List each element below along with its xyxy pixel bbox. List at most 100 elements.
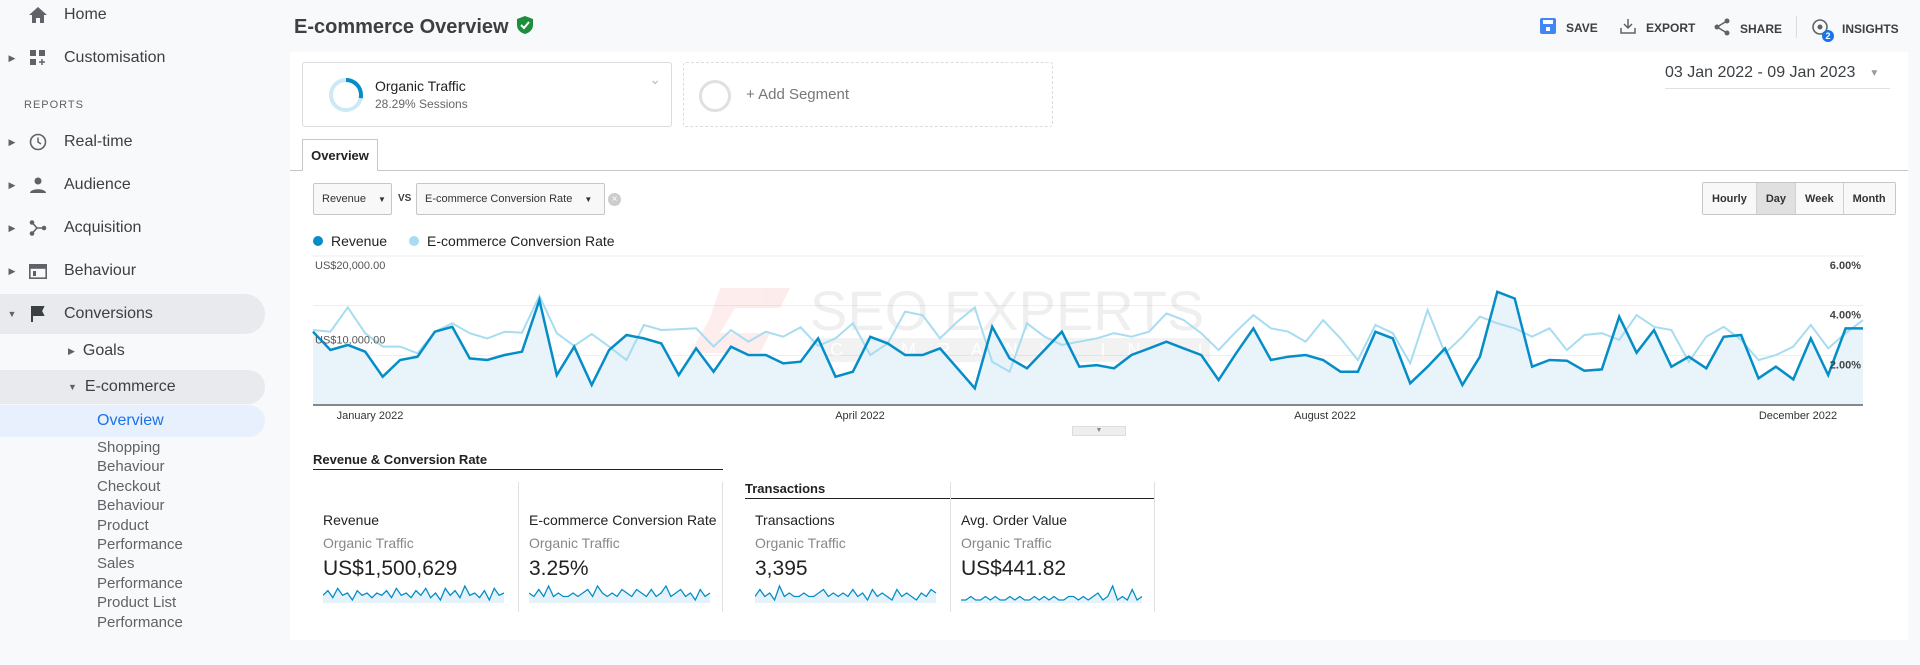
scorecard-value: US$1,500,629 — [323, 557, 458, 580]
sidebar-item-product-performance[interactable]: Product — [97, 516, 183, 535]
verified-shield-icon — [516, 16, 533, 39]
date-range-picker[interactable]: 03 Jan 2022 - 09 Jan 2023 ▼ — [1665, 64, 1890, 89]
sidebar-item-realtime[interactable]: ▶ Real-time — [0, 122, 265, 162]
x-axis-tick: December 2022 — [1759, 410, 1837, 422]
scorecard-revenue[interactable]: Revenue Organic Traffic US$1,500,629 — [313, 482, 518, 612]
segment-organic-traffic[interactable]: Organic Traffic 28.29% Sessions ⌄ — [302, 62, 672, 127]
right-axis-tick: 2.00% — [1830, 359, 1861, 371]
scorecard-value: 3,395 — [755, 557, 808, 580]
share-icon — [1714, 18, 1730, 39]
sidebar-item-behaviour[interactable]: ▶ Behaviour — [0, 251, 265, 291]
segment-sessions: 28.29% Sessions — [375, 97, 468, 111]
caret-right-icon: ▶ — [8, 265, 16, 276]
sidebar-item-product-performance[interactable]: Performance — [97, 535, 183, 554]
collapse-chart-handle[interactable]: ▼ — [1072, 426, 1126, 436]
caret-down-icon: ▼ — [68, 382, 77, 392]
add-segment-label: + Add Segment — [746, 86, 849, 103]
left-axis-tick: US$10,000.00 — [315, 335, 385, 347]
legend-revenue-dot — [313, 236, 323, 246]
sidebar-item-conversions[interactable]: ▼ Conversions — [0, 294, 265, 334]
caret-right-icon: ▶ — [8, 136, 16, 147]
sidebar-item-sales-performance[interactable]: Sales — [97, 554, 183, 573]
sidebar-item-sales-performance[interactable]: Performance — [97, 574, 183, 593]
segment-name: Organic Traffic — [375, 78, 466, 94]
sidebar-item-goals[interactable]: ▶ Goals — [68, 342, 125, 360]
tab-overview[interactable]: Overview — [302, 139, 378, 171]
sidebar-item-ecommerce[interactable]: ▼ E-commerce — [0, 370, 265, 404]
x-axis-tick: April 2022 — [835, 410, 885, 422]
sidebar-item-label: Acquisition — [64, 219, 142, 236]
caret-right-icon: ▶ — [8, 52, 16, 63]
caret-down-icon: ▼ — [1869, 68, 1880, 79]
insights-badge: 2 — [1822, 30, 1834, 42]
flag-icon — [24, 304, 52, 324]
reports-heading: REPORTS — [24, 99, 84, 111]
sidebar-item-label: Conversions — [64, 305, 153, 322]
scorecard-metric: E-commerce Conversion Rate — [529, 512, 717, 528]
sidebar-item-shopping-behaviour[interactable]: Shopping — [97, 438, 183, 457]
download-icon — [1620, 18, 1636, 37]
metric2-select[interactable]: E-commerce Conversion Rate ▼ — [416, 183, 605, 215]
granularity-week[interactable]: Week — [1795, 183, 1843, 214]
sidebar-item-label: Customisation — [64, 49, 166, 66]
sidebar-item-acquisition[interactable]: ▶ Acquisition — [0, 208, 265, 248]
sidebar-item-label: Home — [64, 6, 107, 23]
legend-revenue: Revenue — [331, 233, 388, 249]
home-icon — [24, 5, 52, 25]
save-label: SAVE — [1566, 20, 1598, 35]
metric1-select[interactable]: Revenue ▼ — [313, 183, 392, 215]
sparkline-area — [961, 586, 1142, 603]
sidebar-item-overview[interactable]: Overview — [0, 405, 265, 437]
export-button[interactable]: EXPORT — [1620, 18, 1695, 37]
scorecard-value: US$441.82 — [961, 557, 1067, 580]
scorecard-transactions[interactable]: Transactions Organic Traffic 3,395 — [745, 482, 950, 612]
scorecard-sparkline — [755, 584, 937, 603]
scorecard-value: 3.25% — [529, 557, 589, 580]
sidebar-item-checkout-behaviour[interactable]: Behaviour — [97, 496, 183, 515]
legend-conversion: E-commerce Conversion Rate — [427, 233, 615, 249]
metric1-value: Revenue — [322, 193, 367, 205]
sidebar-item-audience[interactable]: ▶ Audience — [0, 165, 265, 205]
insights-button[interactable]: 2 INSIGHTS — [1810, 18, 1899, 42]
chevron-down-icon[interactable]: ⌄ — [649, 71, 661, 88]
scorecard-segment: Organic Traffic — [529, 535, 620, 551]
scorecard-sparkline — [323, 584, 505, 603]
caret-right-icon: ▶ — [8, 222, 16, 233]
caret-right-icon: ▶ — [8, 179, 16, 190]
behaviour-icon — [24, 261, 52, 281]
share-button[interactable]: SHARE — [1714, 18, 1782, 39]
sidebar-item-home[interactable]: Home — [0, 0, 265, 35]
sidebar-item-product-list-performance[interactable]: Performance — [97, 613, 183, 632]
sidebar-item-product-list-performance[interactable]: Product List — [97, 593, 183, 612]
section-revenue-conversion: Revenue & Conversion Rate — [313, 452, 723, 470]
granularity-hourly[interactable]: Hourly — [1703, 183, 1756, 214]
export-label: EXPORT — [1646, 20, 1696, 35]
revenue-conversion-chart: SEO EXPERTSCOMPANY INDIAUS$20,000.00US$1… — [312, 255, 1864, 422]
insights-label: INSIGHTS — [1842, 22, 1899, 36]
x-axis-tick: August 2022 — [1294, 410, 1356, 422]
scorecard-metric: Revenue — [323, 512, 380, 528]
scorecard-avg-order-value[interactable]: Avg. Order Value Organic Traffic US$441.… — [950, 482, 1155, 612]
scorecard-e-commerce-conversion-rate[interactable]: E-commerce Conversion Rate Organic Traff… — [518, 482, 723, 612]
add-segment-button[interactable]: + Add Segment — [683, 62, 1053, 127]
remove-metric-icon[interactable]: × — [608, 193, 621, 206]
sidebar-item-customisation[interactable]: ▶ Customisation — [0, 38, 265, 78]
vs-label: VS — [398, 193, 412, 204]
sidebar-item-label: Overview — [97, 412, 164, 429]
caret-down-icon: ▼ — [7, 309, 17, 319]
granularity-day[interactable]: Day — [1755, 183, 1796, 214]
tab-divider — [290, 170, 1908, 171]
scorecard-segment: Organic Traffic — [961, 535, 1052, 551]
granularity-month[interactable]: Month — [1842, 183, 1895, 214]
save-icon — [1540, 18, 1556, 37]
sidebar-item-label: Behaviour — [64, 262, 137, 279]
sidebar-item-checkout-behaviour[interactable]: Checkout — [97, 477, 183, 496]
metric2-value: E-commerce Conversion Rate — [425, 193, 573, 205]
x-axis-tick: January 2022 — [337, 410, 404, 422]
sidebar-item-shopping-behaviour[interactable]: Behaviour — [97, 457, 183, 476]
save-button[interactable]: SAVE — [1540, 18, 1598, 37]
add-segment-circle-icon — [699, 80, 731, 112]
scorecard-sparkline — [961, 584, 1143, 603]
sidebar-item-label: Goals — [82, 342, 125, 359]
scorecard-sparkline — [529, 584, 711, 603]
